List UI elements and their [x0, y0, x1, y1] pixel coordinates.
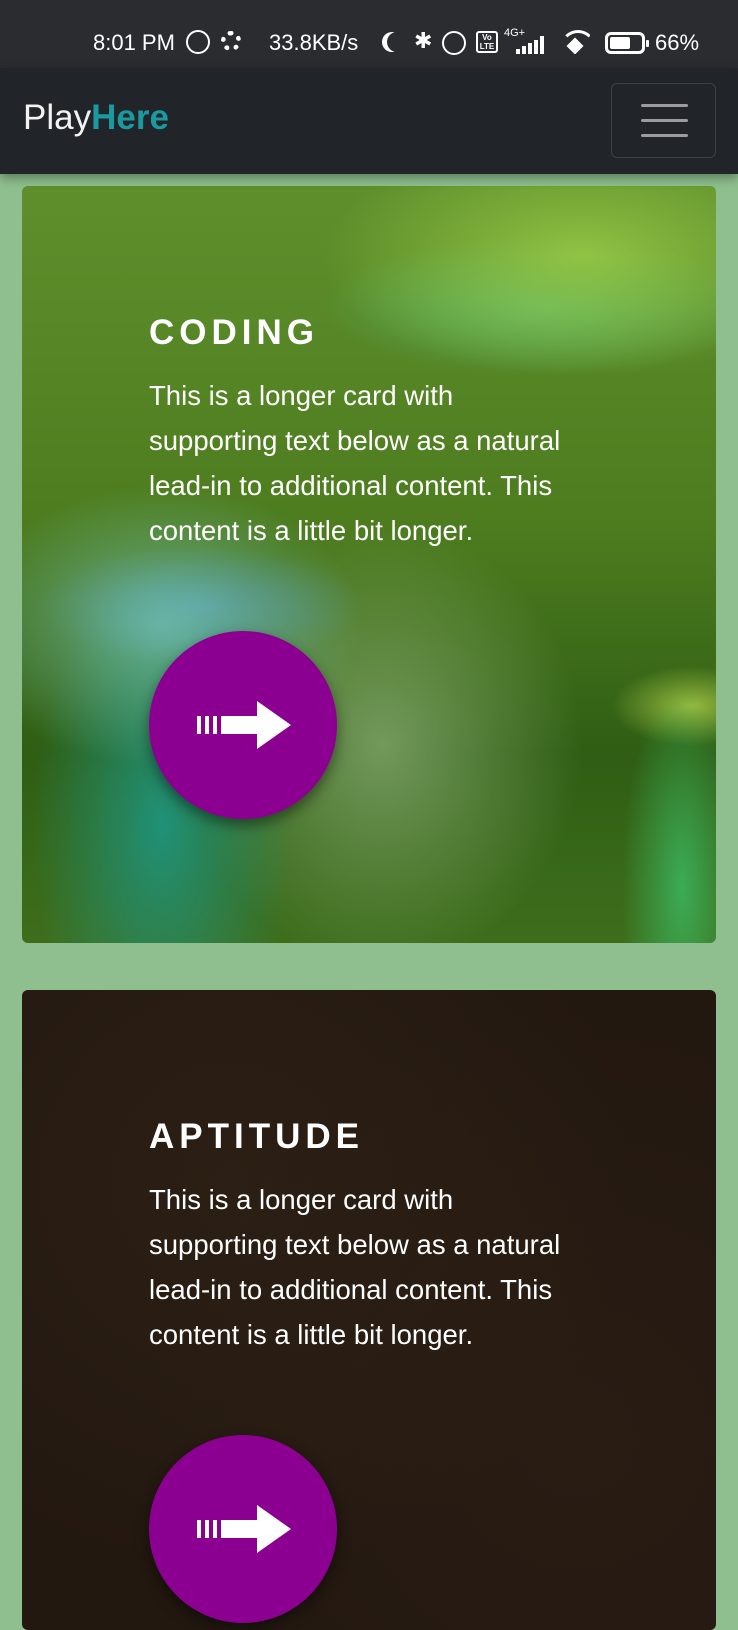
- brand-part-here: Here: [91, 98, 169, 137]
- card-aptitude: APTITUDE This is a longer card with supp…: [22, 990, 716, 1630]
- gear-icon: [221, 31, 241, 51]
- battery-icon: [605, 32, 649, 54]
- signal-icon: [506, 36, 550, 54]
- status-bar: 8:01 PM 33.8KB/s ✱ Vo LTE 4G+ 66%: [0, 0, 738, 68]
- volte-icon: Vo LTE: [476, 31, 498, 53]
- card-title: APTITUDE: [149, 1117, 364, 1156]
- network-speed: 33.8KB/s: [269, 30, 359, 55]
- status-time: 8:01 PM: [93, 30, 175, 55]
- card-aptitude-go-button[interactable]: [149, 1435, 337, 1623]
- card-title: CODING: [149, 313, 319, 352]
- brand-logo[interactable]: PlayHere: [23, 98, 169, 138]
- wifi-icon: [560, 30, 590, 54]
- navbar-toggler-button[interactable]: [611, 83, 716, 158]
- navbar: PlayHere: [0, 68, 738, 174]
- alarm-icon: [442, 31, 466, 55]
- battery-percent: 66%: [655, 30, 700, 55]
- bluetooth-icon: ✱: [414, 28, 433, 53]
- arrow-right-icon: [197, 701, 291, 749]
- card-coding-go-button[interactable]: [149, 631, 337, 819]
- card-text: This is a longer card with supporting te…: [149, 380, 561, 546]
- arrow-right-icon: [197, 1505, 291, 1553]
- moon-icon: [387, 32, 407, 52]
- whatsapp-icon: [186, 30, 210, 54]
- card-coding: CODING This is a longer card with suppor…: [22, 186, 716, 943]
- card-text: This is a longer card with supporting te…: [149, 1184, 561, 1350]
- brand-part-play: Play: [23, 98, 92, 137]
- hamburger-menu-icon: [641, 104, 688, 138]
